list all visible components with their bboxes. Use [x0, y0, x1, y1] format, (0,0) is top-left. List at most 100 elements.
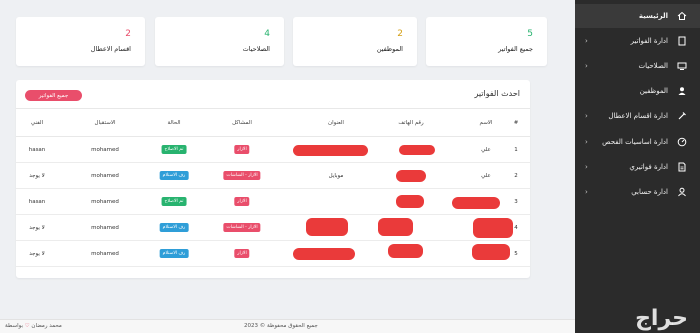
divider	[16, 136, 530, 137]
file-icon	[676, 161, 688, 173]
column-header-receiver: الاستقبال	[94, 120, 116, 126]
panel-title: احدث الفواتير	[474, 89, 520, 98]
status-badge: رف الاستلام	[159, 223, 189, 232]
stat-value: 5	[527, 29, 533, 39]
sidebar-item-inspection-basics[interactable]: ادارة اساسيات الفحص ‹	[575, 130, 700, 154]
chevron-left-icon: ‹	[585, 112, 588, 120]
sidebar-item-label: الرئيسية	[638, 12, 668, 20]
sidebar-item-employees[interactable]: الموظفين	[575, 79, 700, 103]
account-icon	[676, 186, 688, 198]
sidebar-item-my-invoices[interactable]: ادارة فواتيري ‹	[575, 155, 700, 179]
redaction-mark	[396, 170, 426, 182]
heart-icon: ♡	[24, 323, 30, 329]
cell-technician: hasan	[28, 147, 46, 153]
cell-receiver: mohamed	[91, 199, 119, 205]
chevron-left-icon: ‹	[585, 37, 588, 45]
table-row[interactable]: 1 علي الازار تم الاصلاح mohamed hasan	[16, 138, 530, 163]
chevron-left-icon: ‹	[585, 188, 588, 196]
cell-index: 2	[514, 173, 518, 179]
status-badge: تم الاصلاح	[161, 145, 187, 154]
problem-badge: الازار	[234, 249, 250, 258]
redaction-mark	[399, 145, 435, 155]
redaction-mark	[452, 197, 500, 209]
cell-receiver: mohamed	[91, 251, 119, 257]
redaction-mark	[388, 244, 423, 258]
sidebar-item-label: ادارة حسابي	[631, 188, 668, 196]
cell-name: علي	[481, 147, 491, 153]
sidebar-item-label: ادارة اساسيات الفحص	[602, 138, 668, 146]
sidebar-item-label: الصلاحيات	[638, 62, 669, 70]
stat-card-employees[interactable]: 2 الموظفين	[293, 17, 417, 66]
sidebar-item-fault-sections[interactable]: ادارة اقسام الاعطال ‹	[575, 104, 700, 128]
column-header-name: الاسم	[479, 120, 493, 126]
cell-receiver: mohamed	[91, 225, 119, 231]
sidebar: الرئيسية ادارة الفواتير ‹ الصلاحيات ‹ ال…	[575, 0, 700, 333]
sidebar-item-label: الموظفين	[639, 87, 668, 95]
cell-address: موبايل	[328, 173, 344, 179]
cell-index: 1	[514, 147, 518, 153]
sidebar-item-home[interactable]: الرئيسية	[575, 4, 700, 28]
credit-prefix: بواسطة	[5, 323, 23, 329]
footer: جميع الحقوق محفوظة © 2023 محمد رمضان ♡ ب…	[0, 319, 575, 333]
sidebar-item-invoices[interactable]: ادارة الفواتير ‹	[575, 29, 700, 53]
stat-label: الصلاحيات	[242, 45, 270, 53]
home-icon	[676, 10, 688, 22]
redaction-mark	[396, 195, 424, 208]
stat-card-fault-sections[interactable]: 2 اقسام الاعطال	[16, 17, 145, 66]
sidebar-item-label: ادارة فواتيري	[629, 163, 668, 171]
latest-invoices-panel: احدث الفواتير جميع الفواتير # الاسم رقم …	[16, 80, 530, 278]
stat-card-invoices[interactable]: 5 جميع الفواتير	[426, 17, 547, 66]
stat-label: الموظفين	[376, 45, 403, 53]
column-header-status: الحالة	[167, 120, 181, 126]
all-invoices-button[interactable]: جميع الفواتير	[25, 90, 82, 101]
problem-badge: الازار - الشاشات	[223, 223, 261, 232]
chevron-left-icon: ‹	[585, 163, 588, 171]
redaction-mark	[293, 248, 355, 260]
cell-name: علي	[481, 173, 491, 179]
table-row[interactable]: 5 الازار رف الاستلام mohamed لا يوجد	[16, 242, 530, 267]
redaction-mark	[472, 244, 510, 260]
problem-badge: الازار	[234, 145, 250, 154]
problem-badge: الازار	[234, 197, 250, 206]
divider	[16, 108, 530, 109]
redaction-mark	[306, 218, 348, 236]
redaction-mark	[473, 218, 513, 238]
user-icon	[676, 85, 688, 97]
column-header-problems: المشاكل	[232, 120, 252, 126]
column-header-index: #	[513, 120, 519, 126]
cell-technician: لا يوجد	[29, 173, 45, 179]
watermark-logo: حراج	[635, 306, 688, 331]
chevron-left-icon: ‹	[585, 62, 588, 70]
column-header-technician: الفني	[30, 120, 44, 126]
chevron-left-icon: ‹	[585, 138, 588, 146]
table-row[interactable]: 3 الازار تم الاصلاح mohamed hasan	[16, 190, 530, 215]
tools-icon	[676, 110, 688, 122]
cell-receiver: mohamed	[91, 173, 119, 179]
cell-index: 5	[514, 251, 518, 257]
cell-index: 3	[514, 199, 518, 205]
gauge-icon	[676, 136, 688, 148]
copyright-text: جميع الحقوق محفوظة © 2023	[244, 323, 318, 329]
sidebar-item-permissions[interactable]: الصلاحيات ‹	[575, 54, 700, 78]
stat-card-permissions[interactable]: 4 الصلاحيات	[155, 17, 284, 66]
cell-receiver: mohamed	[91, 147, 119, 153]
column-header-address: العنوان	[328, 120, 344, 126]
cell-technician: hasan	[28, 199, 46, 205]
cell-technician: لا يوجد	[29, 251, 45, 257]
stat-value: 2	[125, 29, 131, 39]
stat-label: جميع الفواتير	[498, 45, 533, 53]
cell-technician: لا يوجد	[29, 225, 45, 231]
redaction-mark	[293, 145, 368, 156]
table-row[interactable]: 4 الازار - الشاشات رف الاستلام mohamed ل…	[16, 216, 530, 241]
table-row[interactable]: 2 علي موبايل الازار - الشاشات رف الاستلا…	[16, 164, 530, 189]
problem-badge: الازار - الشاشات	[223, 171, 261, 180]
column-header-phone: رقم الهاتف	[398, 120, 424, 126]
sidebar-item-label: ادارة الفواتير	[630, 37, 668, 45]
sidebar-item-label: ادارة اقسام الاعطال	[608, 112, 668, 120]
redaction-mark	[378, 218, 413, 236]
sidebar-item-my-account[interactable]: ادارة حسابي ‹	[575, 180, 700, 204]
document-icon	[676, 35, 688, 47]
credit-text: محمد رمضان ♡ بواسطة	[5, 323, 62, 329]
stat-label: اقسام الاعطال	[90, 45, 131, 53]
cell-index: 4	[514, 225, 518, 231]
